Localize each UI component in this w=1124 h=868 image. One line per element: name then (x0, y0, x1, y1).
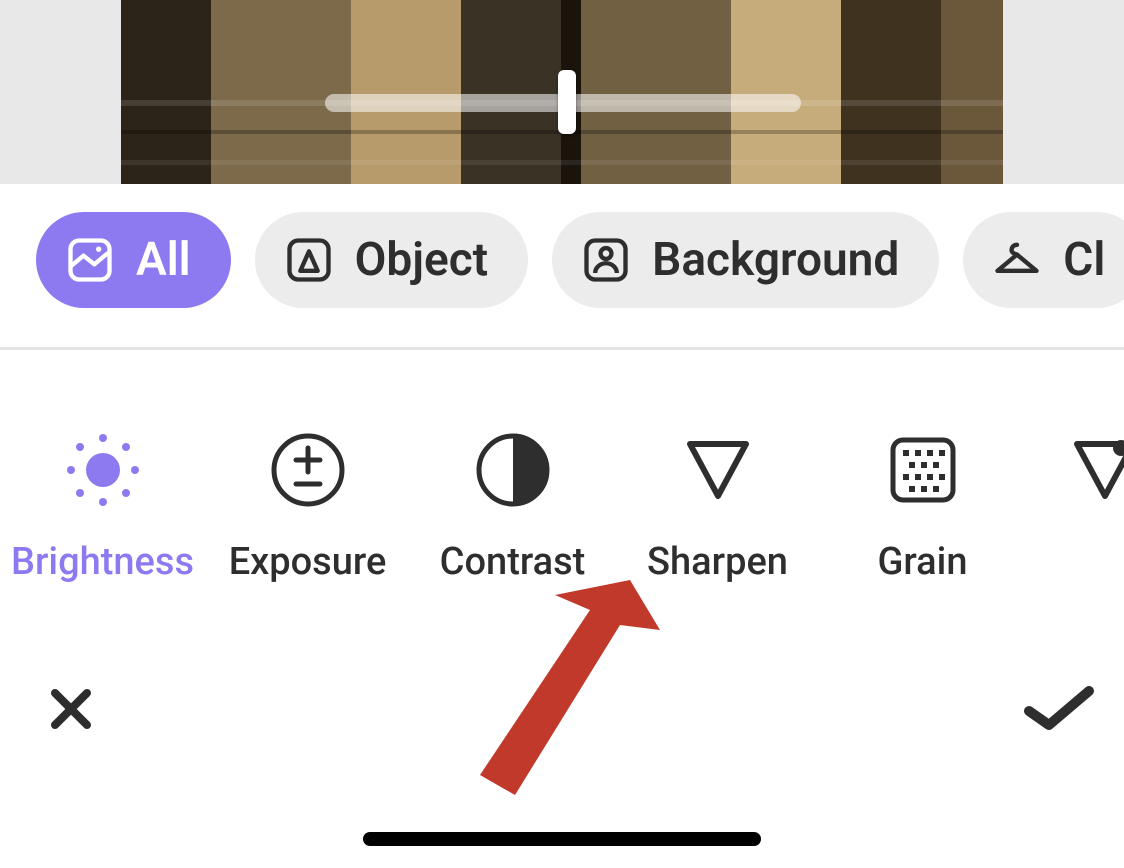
selection-target-row: All Object Background (0, 205, 1124, 315)
adjust-contrast[interactable]: Contrast (410, 430, 615, 600)
adjust-fine[interactable]: Fir (1025, 430, 1124, 600)
pill-object[interactable]: Object (255, 212, 529, 308)
confirm-button[interactable] (1020, 684, 1098, 738)
adjust-label: Contrast (410, 540, 615, 584)
sharpen-icon (678, 430, 758, 510)
adjust-grain[interactable]: Grain (820, 430, 1025, 600)
grain-icon (883, 430, 963, 510)
adjust-brightness[interactable]: Brightness (0, 430, 205, 600)
brightness-icon (63, 430, 143, 510)
adjust-exposure[interactable]: Exposure (205, 430, 410, 600)
close-icon (47, 685, 95, 737)
adjust-slider-thumb[interactable] (558, 70, 576, 134)
pill-clothes[interactable]: Cl (963, 212, 1124, 308)
pill-label: Cl (1063, 233, 1105, 287)
home-indicator[interactable] (363, 832, 761, 846)
editor-screen: All Object Background (0, 0, 1124, 868)
pill-all[interactable]: All (36, 212, 231, 308)
hanger-icon (991, 234, 1043, 286)
adjust-sharpen[interactable]: Sharpen (615, 430, 820, 600)
object-icon (283, 234, 335, 286)
contrast-icon (473, 430, 553, 510)
adjust-label: Brightness (0, 540, 205, 584)
divider (0, 347, 1124, 350)
exposure-icon (268, 430, 348, 510)
image-preview[interactable] (0, 0, 1124, 184)
cancel-button[interactable] (44, 684, 98, 738)
check-icon (1023, 685, 1095, 737)
adjustments-row: Brightness Exposure Contrast (0, 430, 1124, 600)
pill-label: All (136, 233, 191, 287)
adjust-label: Sharpen (615, 540, 820, 584)
background-icon (580, 234, 632, 286)
adjust-label: Fir (1065, 540, 1124, 584)
adjust-label: Exposure (205, 540, 410, 584)
pill-background[interactable]: Background (552, 212, 939, 308)
adjust-label: Grain (820, 540, 1025, 584)
all-icon (64, 234, 116, 286)
pill-label: Object (355, 233, 489, 287)
pill-label: Background (652, 233, 899, 287)
annotation-arrow (460, 570, 680, 800)
fine-icon (1065, 430, 1124, 510)
